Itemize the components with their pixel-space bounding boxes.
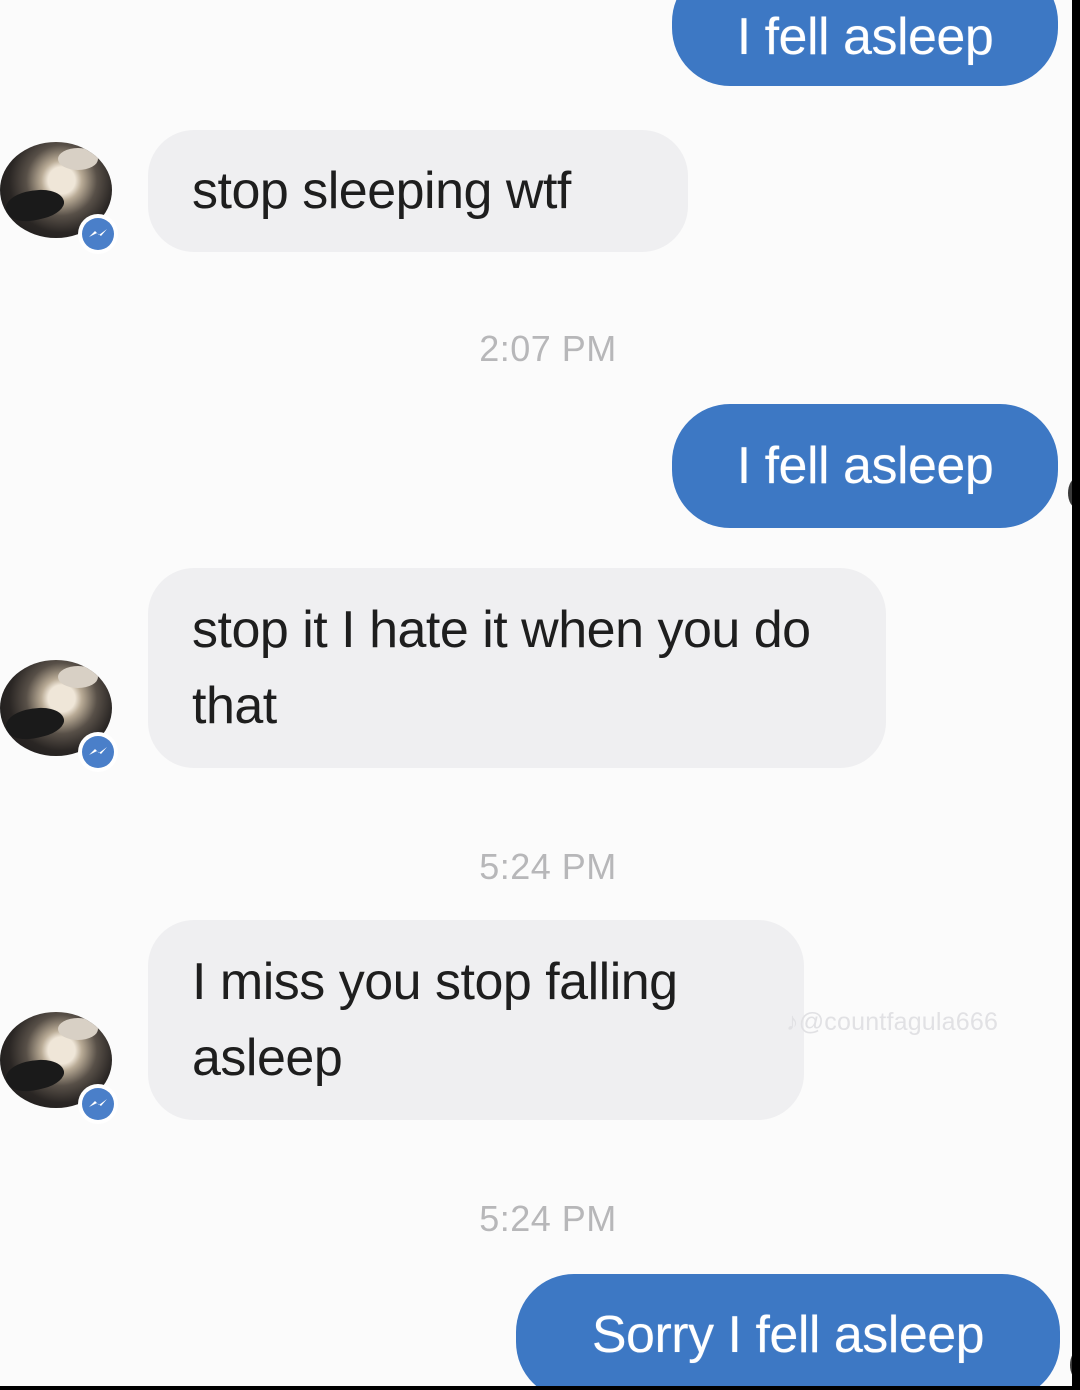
messenger-icon (78, 732, 118, 772)
sent-message-bubble[interactable]: Sorry I fell asleep (516, 1274, 1060, 1390)
chat-screen: I fell asleep stop sleeping wtf 2:07 PM … (0, 0, 1080, 1390)
messenger-icon (78, 1084, 118, 1124)
message-text: I miss you stop falling asleep (192, 953, 678, 1087)
messenger-icon (78, 214, 118, 254)
sent-message-bubble[interactable]: I fell asleep (672, 404, 1058, 528)
contact-avatar[interactable] (0, 1012, 118, 1124)
contact-avatar[interactable] (0, 142, 118, 254)
contact-avatar[interactable] (0, 660, 118, 772)
received-message-bubble[interactable]: stop sleeping wtf (148, 130, 688, 252)
message-timestamp: 5:24 PM (479, 1198, 617, 1239)
message-text: Sorry I fell asleep (591, 1306, 985, 1364)
sent-message-bubble[interactable]: I fell asleep (672, 0, 1058, 86)
received-message-bubble[interactable]: I miss you stop falling asleep (148, 920, 804, 1120)
message-text: stop sleeping wtf (192, 162, 571, 220)
received-message-bubble[interactable]: stop it I hate it when you do that (148, 568, 886, 768)
message-text: I fell asleep (736, 8, 994, 66)
message-text: stop it I hate it when you do that (192, 601, 811, 735)
tiktok-icon: ♪ (786, 1008, 799, 1036)
screen-edge (1072, 0, 1080, 1390)
tiktok-watermark: ♪@countfagula666 (786, 1008, 998, 1037)
screen-edge (0, 1386, 1080, 1390)
message-timestamp: 2:07 PM (479, 328, 617, 369)
message-text: I fell asleep (736, 437, 994, 495)
watermark-text: @countfagula666 (798, 1008, 999, 1036)
message-timestamp: 5:24 PM (479, 846, 617, 887)
